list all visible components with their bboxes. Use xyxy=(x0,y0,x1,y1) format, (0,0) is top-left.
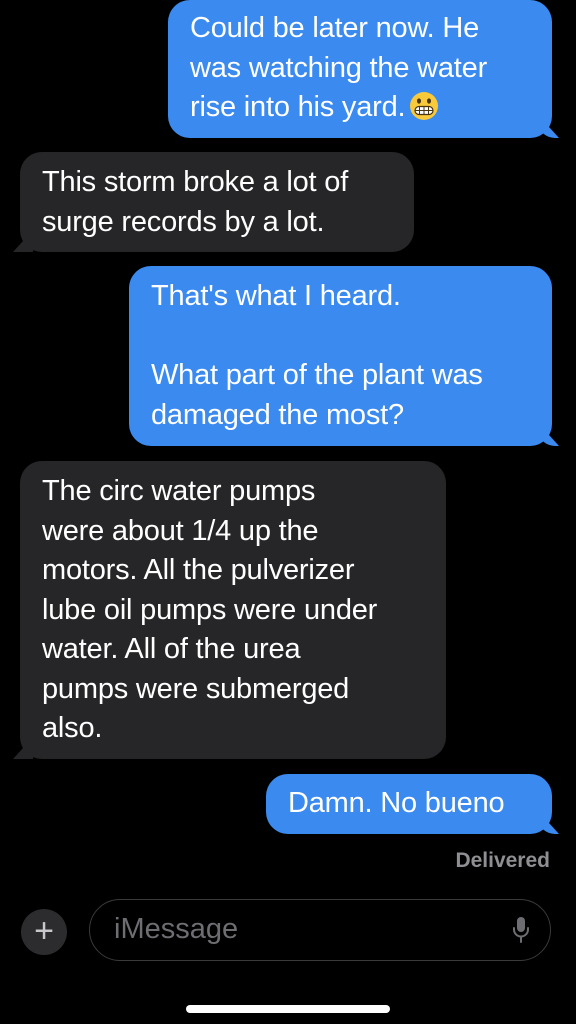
message-bubble-sent[interactable]: Could be later now. He was watching the … xyxy=(168,0,552,138)
microphone-icon[interactable] xyxy=(512,916,530,944)
input-placeholder: iMessage xyxy=(114,913,239,945)
plus-icon[interactable]: + xyxy=(21,909,67,955)
message-text: This storm broke a lot of surge records … xyxy=(42,166,349,238)
delivered-status: Delivered xyxy=(455,849,550,872)
message-input[interactable]: iMessage xyxy=(89,899,551,961)
message-text: Could be later now. He was watching the … xyxy=(190,12,488,123)
message-bubble-sent[interactable]: Damn. No bueno xyxy=(266,774,552,834)
message-bubble-sent[interactable]: That's what I heard. What part of the pl… xyxy=(129,266,552,446)
home-indicator[interactable] xyxy=(186,1005,390,1013)
message-bubble-received[interactable]: This storm broke a lot of surge records … xyxy=(20,152,414,252)
grimacing-face-emoji xyxy=(410,92,439,120)
message-bubble-received[interactable]: The circ water pumps were about 1/4 up t… xyxy=(20,461,446,759)
message-text: Damn. No bueno xyxy=(288,787,505,819)
plus-glyph: + xyxy=(34,912,54,950)
message-text: The circ water pumps were about 1/4 up t… xyxy=(42,475,378,744)
message-text: That's what I heard. What part of the pl… xyxy=(151,280,483,431)
